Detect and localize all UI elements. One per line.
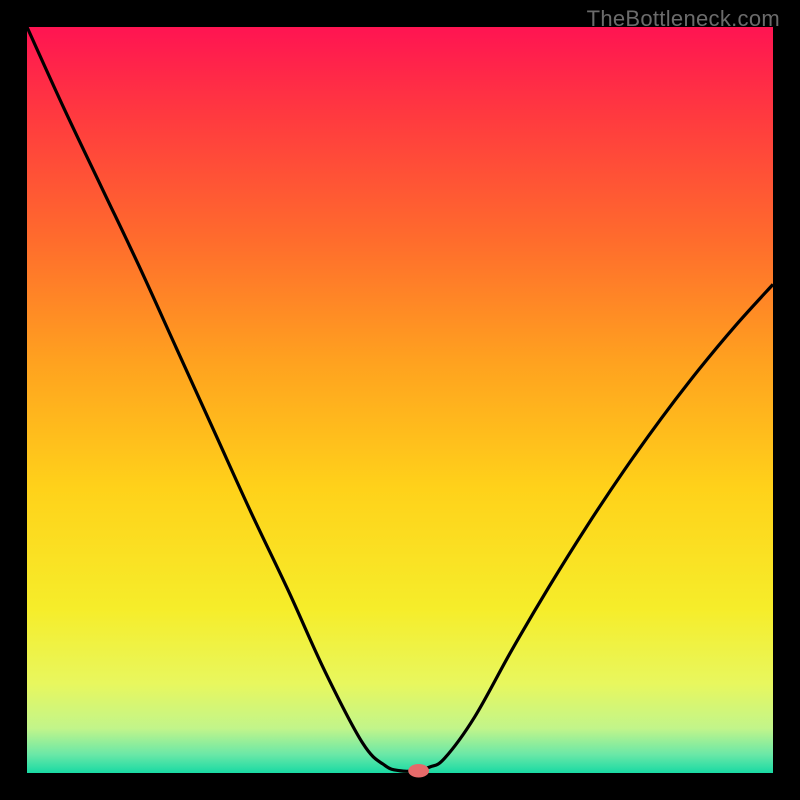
optimum-marker (408, 764, 429, 777)
bottleneck-chart (0, 0, 800, 800)
chart-container: TheBottleneck.com (0, 0, 800, 800)
plot-background (27, 27, 773, 773)
watermark-text: TheBottleneck.com (587, 6, 780, 32)
